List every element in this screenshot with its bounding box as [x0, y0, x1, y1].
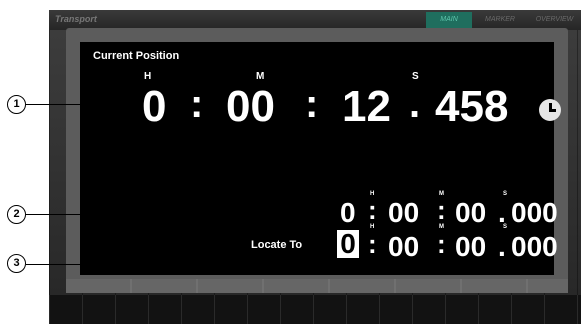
current-separator-1: : — [190, 82, 204, 126]
callout-2: 2 — [7, 205, 26, 224]
current-seconds-unit: S — [412, 71, 419, 82]
callout-1: 1 — [7, 95, 26, 114]
current-hours: 0 — [142, 82, 167, 131]
secondary-seconds: 00 — [455, 197, 487, 228]
clock-icon[interactable] — [539, 99, 561, 121]
current-decimal-point: . — [409, 82, 421, 126]
locate-milliseconds[interactable]: 000 — [511, 231, 558, 263]
tab-overview[interactable]: OVERVIEW — [528, 12, 581, 28]
secondary-minutes: 00 — [388, 197, 420, 228]
callout-1-line — [26, 104, 126, 105]
secondary-separator-2: : — [437, 195, 446, 225]
secondary-hours: 0 — [340, 197, 356, 228]
callout-3-line — [26, 264, 231, 265]
locate-decimal-point: . — [498, 231, 506, 262]
secondary-separator-1: : — [368, 195, 377, 225]
app-title: Transport — [55, 14, 97, 24]
transport-overlay: Current Position H M S 0 : 00 : 12 . 458… — [66, 28, 568, 293]
current-minutes-unit: M — [256, 71, 265, 82]
locate-hours-input[interactable]: 0 — [337, 230, 359, 258]
current-position-label: Current Position — [93, 50, 180, 62]
locate-separator-1: : — [368, 229, 377, 259]
current-milliseconds: 458 — [435, 82, 509, 131]
locate-to-label: Locate To — [251, 239, 303, 251]
locate-separator-2: : — [437, 229, 446, 259]
callout-2-line — [26, 214, 322, 215]
transport-window: Transport MAIN MARKER OVERVIEW Current P… — [49, 10, 581, 324]
tab-main[interactable]: MAIN — [426, 12, 472, 28]
callout-3: 3 — [7, 254, 26, 273]
locate-seconds-unit: S — [503, 224, 508, 230]
background-pad-row — [49, 295, 581, 324]
position-display: Current Position H M S 0 : 00 : 12 . 458… — [80, 42, 561, 275]
secondary-milliseconds: 000 — [511, 197, 558, 228]
tab-marker[interactable]: MARKER — [475, 12, 525, 28]
locate-seconds[interactable]: 00 — [455, 231, 486, 263]
locate-minutes[interactable]: 00 — [388, 231, 419, 263]
overlay-bottom-strip — [66, 279, 568, 293]
current-seconds: 12 — [342, 82, 391, 131]
app-header: Transport MAIN MARKER OVERVIEW — [49, 10, 581, 30]
current-separator-2: : — [305, 82, 319, 126]
current-hours-unit: H — [144, 71, 152, 82]
current-minutes: 00 — [226, 82, 275, 131]
